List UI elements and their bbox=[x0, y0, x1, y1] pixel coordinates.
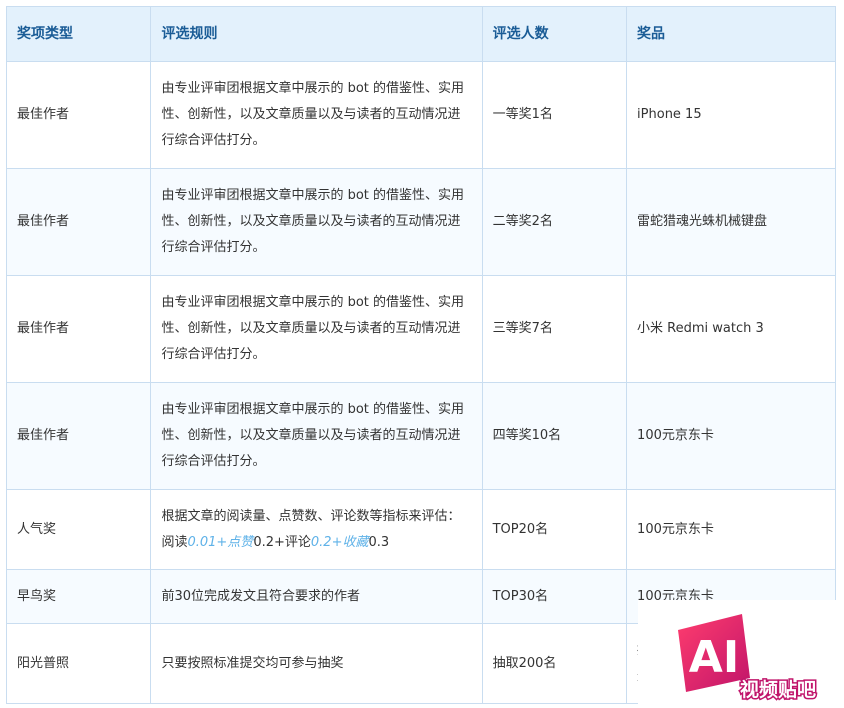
table-row: 最佳作者 由专业评审团根据文章中展示的 bot 的借鉴性、实用性、创新性，以及文… bbox=[5, 168, 836, 276]
cell-count: 三等奖7名 bbox=[481, 275, 628, 383]
cell-award-type: 最佳作者 bbox=[5, 168, 152, 276]
watermark-logo-text: AI bbox=[689, 632, 739, 683]
table-row: 人气奖 根据文章的阅读量、点赞数、评论数等指标来评估：阅读0.01+点赞0.2+… bbox=[5, 489, 836, 570]
table-row: 最佳作者 由专业评审团根据文章中展示的 bot 的借鉴性、实用性、创新性，以及文… bbox=[5, 61, 836, 169]
weight-comment: 0.2+收藏 bbox=[310, 534, 369, 550]
cell-award-type: 人气奖 bbox=[5, 489, 152, 570]
cell-prize: 小米 Redmi watch 3 bbox=[626, 275, 836, 383]
cell-count: 二等奖2名 bbox=[481, 168, 628, 276]
cell-count: 抽取200名 bbox=[481, 623, 628, 704]
cell-prize: iPhone 15 bbox=[626, 61, 836, 169]
cell-count: TOP20名 bbox=[481, 489, 628, 570]
header-rules: 评选规则 bbox=[150, 6, 483, 62]
cell-count: 一等奖1名 bbox=[481, 61, 628, 169]
cell-rules: 由专业评审团根据文章中展示的 bot 的借鉴性、实用性、创新性，以及文章质量以及… bbox=[150, 382, 483, 490]
watermark-logo: AI 视频贴吧 bbox=[638, 600, 844, 704]
table-row: 最佳作者 由专业评审团根据文章中展示的 bot 的借鉴性、实用性、创新性，以及文… bbox=[5, 382, 836, 490]
cell-rules: 前30位完成发文且符合要求的作者 bbox=[150, 569, 483, 624]
watermark: AI 视频贴吧 bbox=[638, 600, 844, 704]
cell-prize: 雷蛇猎魂光蛛机械键盘 bbox=[626, 168, 836, 276]
cell-award-type: 最佳作者 bbox=[5, 61, 152, 169]
cell-award-type: 最佳作者 bbox=[5, 275, 152, 383]
cell-rules: 由专业评审团根据文章中展示的 bot 的借鉴性、实用性、创新性，以及文章质量以及… bbox=[150, 168, 483, 276]
table-header-row: 奖项类型 评选规则 评选人数 奖品 bbox=[5, 6, 836, 62]
header-award-type: 奖项类型 bbox=[5, 6, 152, 62]
cell-count: 四等奖10名 bbox=[481, 382, 628, 490]
cell-award-type: 最佳作者 bbox=[5, 382, 152, 490]
header-prize: 奖品 bbox=[626, 6, 836, 62]
cell-award-type: 阳光普照 bbox=[5, 623, 152, 704]
table-row: 最佳作者 由专业评审团根据文章中展示的 bot 的借鉴性、实用性、创新性，以及文… bbox=[5, 275, 836, 383]
cell-count: TOP30名 bbox=[481, 569, 628, 624]
rules-text: 0.3 bbox=[368, 534, 390, 550]
cell-prize: 100元京东卡 bbox=[626, 489, 836, 570]
header-count: 评选人数 bbox=[481, 6, 628, 62]
weight-read: 0.01+点赞 bbox=[187, 534, 254, 550]
cell-rules: 由专业评审团根据文章中展示的 bot 的借鉴性、实用性、创新性，以及文章质量以及… bbox=[150, 61, 483, 169]
cell-rules: 根据文章的阅读量、点赞数、评论数等指标来评估：阅读0.01+点赞0.2+评论0.… bbox=[150, 489, 483, 570]
rules-text: 0.2+评论 bbox=[253, 534, 311, 550]
cell-rules: 只要按照标准提交均可参与抽奖 bbox=[150, 623, 483, 704]
cell-rules: 由专业评审团根据文章中展示的 bot 的借鉴性、实用性、创新性，以及文章质量以及… bbox=[150, 275, 483, 383]
cell-award-type: 早鸟奖 bbox=[5, 569, 152, 624]
cell-prize: 100元京东卡 bbox=[626, 382, 836, 490]
watermark-caption: 视频贴吧 bbox=[740, 678, 816, 701]
